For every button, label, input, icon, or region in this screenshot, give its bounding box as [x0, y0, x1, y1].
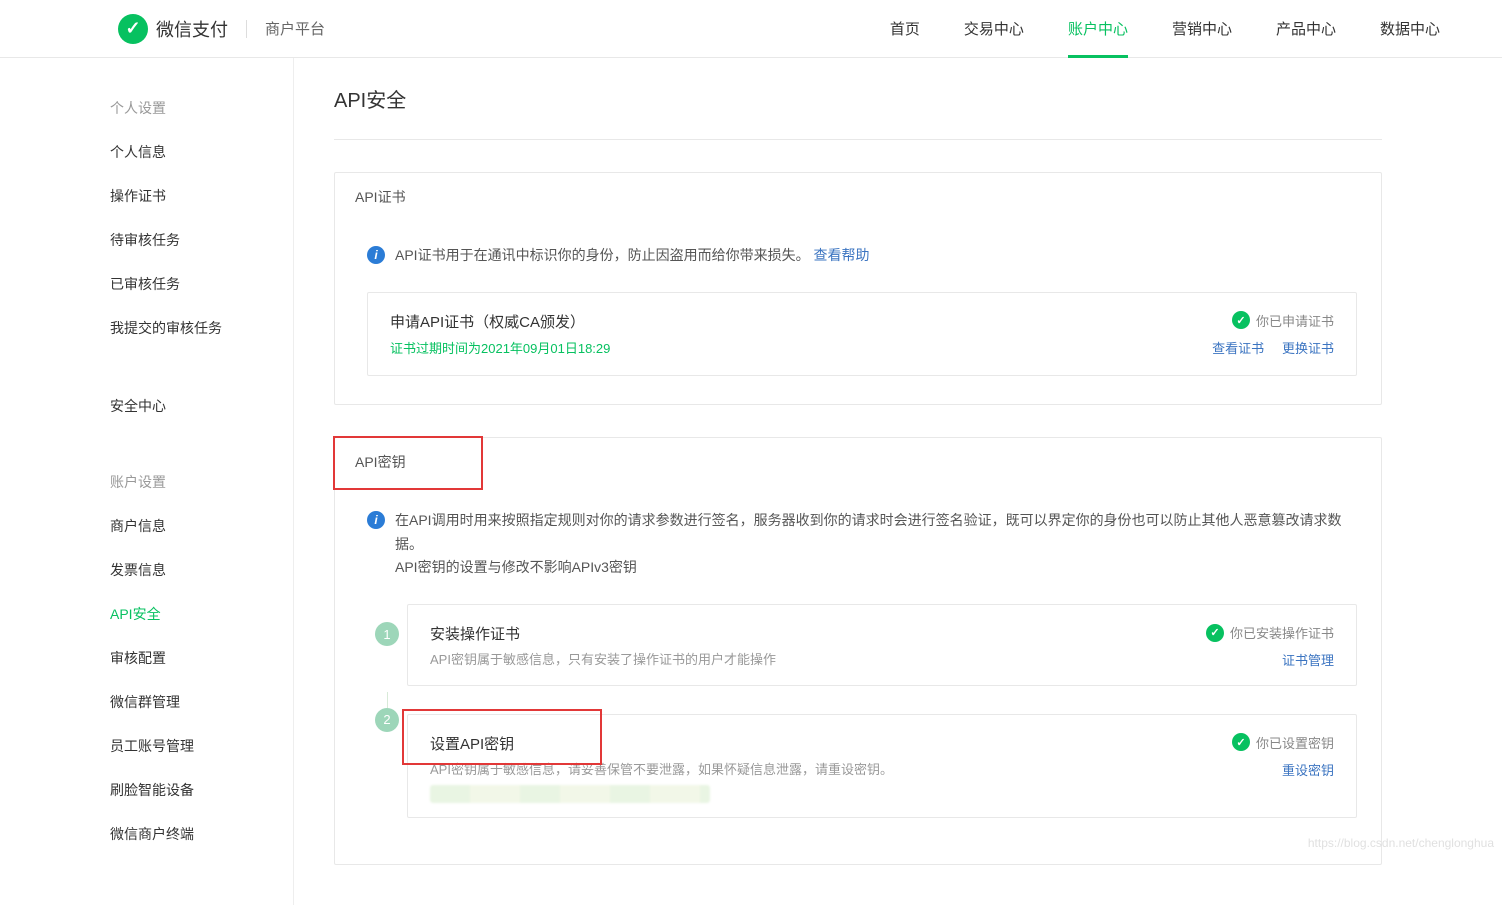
cert-card-title: 申请API证书（权威CA颁发）	[390, 311, 1198, 332]
step-row-2: 2 设置API密钥 API密钥属于敏感信息，请妥善保管不要泄露，如果怀疑信息泄露…	[367, 714, 1357, 840]
step2-badge: 2	[375, 708, 399, 732]
step1-status: 你已安装操作证书	[1230, 623, 1334, 642]
side-reviewed[interactable]: 已审核任务	[110, 262, 293, 306]
cert-status: 你已申请证书	[1256, 311, 1334, 330]
step-connector	[387, 692, 388, 708]
step1-title: 安装操作证书	[430, 623, 1206, 644]
key-info-text: 在API调用时用来按照指定规则对你的请求参数进行签名，服务器收到你的请求时会进行…	[395, 509, 1357, 580]
side-wechat-group[interactable]: 微信群管理	[110, 680, 293, 724]
cert-manage-link[interactable]: 证书管理	[1282, 653, 1334, 668]
key-info-line1: 在API调用时用来按照指定规则对你的请求参数进行签名，服务器收到你的请求时会进行…	[395, 509, 1357, 557]
top-nav: 首页 交易中心 账户中心 营销中心 产品中心 数据中心	[868, 0, 1462, 58]
step2-status: 你已设置密钥	[1256, 733, 1334, 752]
panel-api-cert: API证书 i API证书用于在通讯中标识你的身份，防止因盗用而给你带来损失。 …	[334, 172, 1382, 405]
cert-info-strip: i API证书用于在通讯中标识你的身份，防止因盗用而给你带来损失。 查看帮助	[359, 228, 1357, 286]
cert-info-text: API证书用于在通讯中标识你的身份，防止因盗用而给你带来损失。 查看帮助	[395, 244, 869, 268]
redacted-strip	[430, 785, 710, 803]
step-row-1: 1 安装操作证书 API密钥属于敏感信息，只有安装了操作证书的用户才能操作 你已…	[367, 604, 1357, 708]
side-pending-review[interactable]: 待审核任务	[110, 218, 293, 262]
side-invoice-info[interactable]: 发票信息	[110, 548, 293, 592]
cert-help-link[interactable]: 查看帮助	[813, 247, 869, 263]
nav-transactions[interactable]: 交易中心	[942, 0, 1046, 58]
reset-key-link[interactable]: 重设密钥	[1282, 763, 1334, 778]
side-review-config[interactable]: 审核配置	[110, 636, 293, 680]
key-info-line2: API密钥的设置与修改不影响APIv3密钥	[395, 556, 1357, 580]
divider	[246, 20, 247, 38]
info-icon: i	[367, 511, 385, 529]
info-icon: i	[367, 246, 385, 264]
check-icon	[1232, 311, 1250, 329]
side-operation-cert[interactable]: 操作证书	[110, 174, 293, 218]
panel-cert-header: API证书	[335, 173, 1381, 222]
side-staff-account[interactable]: 员工账号管理	[110, 724, 293, 768]
platform-subtitle: 商户平台	[265, 18, 325, 39]
step2-card: 设置API密钥 API密钥属于敏感信息，请妥善保管不要泄露，如果怀疑信息泄露，请…	[407, 714, 1357, 818]
check-icon	[1206, 624, 1224, 642]
side-security-center[interactable]: 安全中心	[110, 384, 293, 428]
side-section-account: 账户设置	[110, 462, 293, 504]
replace-cert-link[interactable]: 更换证书	[1282, 341, 1334, 356]
step1-badge: 1	[375, 622, 399, 646]
view-cert-link[interactable]: 查看证书	[1212, 341, 1264, 356]
side-merchant-terminal[interactable]: 微信商户终端	[110, 812, 293, 856]
key-info-strip: i 在API调用时用来按照指定规则对你的请求参数进行签名，服务器收到你的请求时会…	[359, 493, 1357, 598]
step1-card: 安装操作证书 API密钥属于敏感信息，只有安装了操作证书的用户才能操作 你已安装…	[407, 604, 1357, 686]
side-api-security[interactable]: API安全	[110, 592, 293, 636]
nav-home[interactable]: 首页	[868, 0, 942, 58]
step2-title: 设置API密钥	[430, 733, 1232, 754]
check-icon	[1232, 733, 1250, 751]
side-personal-info[interactable]: 个人信息	[110, 130, 293, 174]
wechat-pay-logo-icon	[118, 14, 148, 44]
brand-title: 微信支付	[156, 16, 228, 42]
cert-card: 申请API证书（权威CA颁发） 证书过期时间为2021年09月01日18:29 …	[367, 292, 1357, 376]
cert-expiry: 证书过期时间为2021年09月01日18:29	[390, 338, 1198, 357]
panel-api-key: API密钥 i 在API调用时用来按照指定规则对你的请求参数进行签名，服务器收到…	[334, 437, 1382, 865]
side-section-personal: 个人设置	[110, 88, 293, 130]
nav-account[interactable]: 账户中心	[1046, 0, 1150, 58]
page-title: API安全	[334, 84, 1382, 140]
nav-marketing[interactable]: 营销中心	[1150, 0, 1254, 58]
step1-sub: API密钥属于敏感信息，只有安装了操作证书的用户才能操作	[430, 650, 1206, 671]
nav-data[interactable]: 数据中心	[1358, 0, 1462, 58]
cert-info-body: API证书用于在通讯中标识你的身份，防止因盗用而给你带来损失。	[395, 247, 810, 263]
side-my-reviews[interactable]: 我提交的审核任务	[110, 306, 293, 350]
logo-group: 微信支付	[118, 14, 228, 44]
side-face-device[interactable]: 刷脸智能设备	[110, 768, 293, 812]
sidebar: 个人设置 个人信息 操作证书 待审核任务 已审核任务 我提交的审核任务 安全中心…	[0, 58, 294, 905]
side-merchant-info[interactable]: 商户信息	[110, 504, 293, 548]
top-header: 微信支付 商户平台 首页 交易中心 账户中心 营销中心 产品中心 数据中心	[0, 0, 1502, 58]
panel-key-header: API密钥	[335, 438, 1381, 487]
nav-products[interactable]: 产品中心	[1254, 0, 1358, 58]
main-content: API安全 API证书 i API证书用于在通讯中标识你的身份，防止因盗用而给你…	[294, 58, 1502, 905]
step2-sub: API密钥属于敏感信息，请妥善保管不要泄露，如果怀疑信息泄露，请重设密钥。	[430, 760, 1232, 781]
